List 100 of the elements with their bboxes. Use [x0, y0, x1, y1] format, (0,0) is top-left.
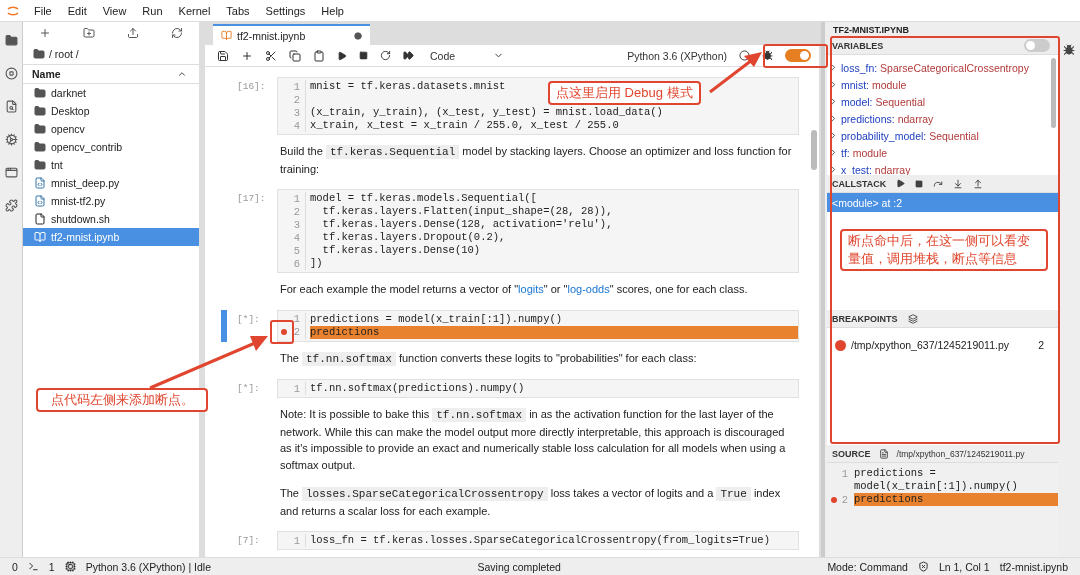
line-number: 1 — [293, 534, 300, 547]
code-editor[interactable]: 1 predictions = model(x_train[:1]).numpy() 2 predictions — [277, 309, 799, 342]
step-over-icon[interactable] — [933, 178, 944, 189]
copy-icon[interactable] — [289, 49, 301, 62]
code-line: tf.nn.softmax(predictions).numpy() — [310, 382, 525, 395]
menu-item[interactable]: Edit — [59, 4, 95, 17]
variable-item[interactable]: tf: module — [841, 146, 888, 159]
code-line: tf.keras.layers.Dense(128, activation='relu'), — [321, 218, 613, 231]
variable-item[interactable]: mnist: module — [841, 78, 907, 91]
menu-item[interactable]: Kernel — [170, 4, 219, 17]
gear-icon[interactable] — [4, 133, 18, 146]
new-folder-icon[interactable] — [83, 27, 95, 39]
inspector-icon[interactable] — [4, 100, 18, 113]
cell-prompt: [7]: — [237, 534, 261, 546]
cell-prompt: [*]: — [237, 312, 261, 325]
callout-note: 点这里启用 Debug 模式 — [548, 81, 701, 105]
kernel-idle-icon — [739, 50, 750, 61]
stop-icon[interactable] — [915, 179, 924, 188]
paste-icon[interactable] — [313, 49, 325, 62]
file-code-icon — [34, 177, 46, 189]
code-line: x_train, x_test = x_train / 255.0, x_test / 255.0 — [310, 119, 619, 132]
browser-row[interactable]: tnt — [23, 156, 199, 174]
code-editor[interactable] — [277, 189, 799, 273]
variable-item[interactable]: x_test: ndarray — [841, 163, 911, 175]
variables-switch[interactable] — [1024, 39, 1050, 52]
terminal-count: 1 — [48, 560, 55, 573]
path-text[interactable]: / root / — [49, 48, 79, 60]
cell-prompt: [*]: — [237, 382, 261, 394]
notebook-icon — [221, 30, 232, 41]
browser-row[interactable]: Desktop — [23, 102, 199, 120]
folder-icon[interactable] — [4, 34, 18, 47]
browser-row[interactable]: opencv_contrib — [23, 138, 199, 156]
menu-item[interactable]: File — [26, 4, 60, 17]
code-editor[interactable]: 1 tf.nn.softmax(predictions).numpy() — [277, 379, 799, 398]
terminal-icon — [27, 561, 39, 572]
code-line: tf.keras.layers.Dropout(0.2), — [321, 231, 506, 244]
continue-icon[interactable] — [896, 179, 906, 188]
restart-icon[interactable] — [380, 50, 391, 61]
line-number: 3 — [293, 106, 300, 119]
code-line: loss_fn = tf.keras.losses.SparseCategoricalCrossentropy(from_logits=True) — [310, 534, 770, 547]
browser-row[interactable]: mnist_deep.py — [23, 174, 199, 192]
variable-item[interactable]: predictions: ndarray — [841, 112, 934, 125]
code-line: model = tf.keras.models.Sequential([ — [310, 192, 537, 205]
menu-item[interactable]: Help — [313, 4, 352, 17]
puzzle-icon[interactable] — [4, 199, 18, 212]
line-number: 1 — [293, 313, 300, 325]
plus-icon[interactable] — [39, 27, 51, 39]
kernel-status[interactable]: Python 3.6 (XPython) | Idle — [85, 560, 211, 573]
kernel-name[interactable]: Python 3.6 (XPython) — [627, 49, 727, 62]
variable-item[interactable]: loss_fn: SparseCategoricalCrossentropy — [841, 61, 1029, 74]
menu-item[interactable]: Run — [134, 4, 171, 17]
breakpoint-dot[interactable] — [830, 496, 837, 503]
bug-icon[interactable] — [1063, 44, 1075, 56]
breakpoint-path[interactable]: /tmp/xpython_637/1245219011.py — [851, 339, 1034, 351]
debug-switch[interactable] — [785, 49, 811, 62]
code-editor[interactable]: 1 loss_fn = tf.keras.losses.SparseCategoricalCrossentropy(from_logits=True) — [277, 531, 799, 550]
variable-item[interactable]: model: Sequential — [841, 95, 926, 108]
line-number: 1 — [293, 80, 300, 93]
line-number: 5 — [293, 244, 300, 257]
upload-icon[interactable] — [127, 27, 139, 39]
breakpoint-dot[interactable] — [281, 329, 287, 335]
link[interactable]: logits — [518, 283, 544, 295]
folder-icon — [34, 87, 46, 99]
browser-row[interactable]: mnist-tf2.py — [23, 192, 199, 210]
cell-type-dropdown[interactable]: Code — [430, 49, 505, 62]
folder-icon — [34, 123, 46, 135]
browser-row[interactable]: shutdown.sh — [23, 210, 199, 228]
scrollbar[interactable] — [1050, 58, 1056, 128]
file-code-icon — [34, 195, 46, 207]
line-number: 1 — [293, 382, 300, 395]
stop-icon[interactable] — [4, 67, 18, 80]
plus-icon[interactable] — [241, 49, 253, 62]
browser-row[interactable]: opencv — [23, 120, 199, 138]
window-icon[interactable] — [4, 166, 18, 179]
fast-forward-icon[interactable] — [403, 50, 414, 61]
refresh-icon[interactable] — [171, 27, 183, 39]
breakpoint-dot — [835, 339, 846, 351]
scrollbar[interactable] — [811, 130, 817, 170]
section-title: BREAKPOINTS — [832, 313, 898, 324]
step-out-icon[interactable] — [973, 178, 984, 189]
save-icon[interactable] — [217, 49, 229, 62]
menu-item[interactable]: View — [94, 4, 135, 17]
run-icon[interactable] — [337, 50, 347, 61]
menu-item[interactable]: Settings — [257, 4, 314, 17]
folder-icon — [34, 105, 46, 117]
notebook-tab[interactable]: tf2-mnist.ipynb — [213, 24, 370, 45]
link[interactable]: log-odds — [567, 283, 610, 295]
step-in-icon[interactable] — [953, 178, 964, 189]
stop-icon[interactable] — [359, 51, 368, 60]
notebook-icon — [34, 231, 46, 243]
browser-row[interactable]: darknet — [23, 84, 199, 102]
cut-icon[interactable] — [265, 49, 277, 62]
name-column-header[interactable]: Name — [23, 64, 199, 84]
layers-icon[interactable] — [907, 313, 918, 324]
line-number: 1 — [841, 467, 848, 480]
code-line: tf.keras.layers.Flatten(input_shape=(28, 28)), — [321, 205, 613, 218]
variable-item[interactable]: probability_model: Sequential — [841, 129, 979, 142]
line-number: 6 — [293, 257, 300, 270]
markdown-text: Build the tf.keras.Sequential model by stacking layers. Choose an optimizer and loss function for training: — [280, 144, 793, 177]
menu-item[interactable]: Tabs — [218, 4, 258, 17]
